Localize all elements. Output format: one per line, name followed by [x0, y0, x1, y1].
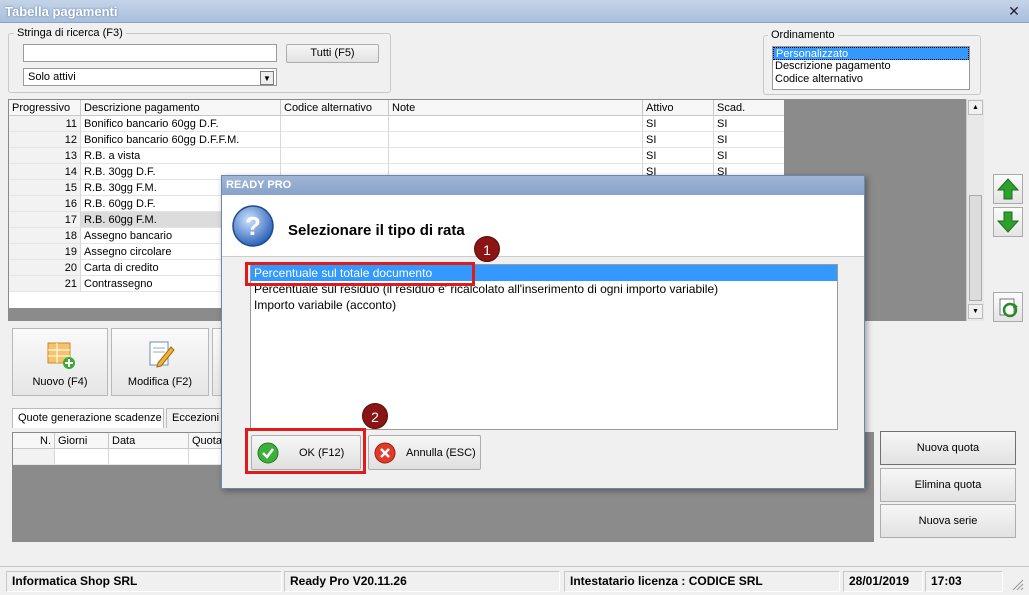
annulla-button[interactable]: Annulla (ESC) [368, 435, 481, 470]
cell-attivo[interactable]: SI [643, 116, 714, 132]
elimina-quota-button[interactable]: Elimina quota [880, 468, 1016, 502]
cell-attivo[interactable]: SI [643, 148, 714, 164]
annulla-label: Annulla (ESC) [406, 447, 476, 459]
nuovo-button[interactable]: Nuovo (F4) [12, 328, 108, 396]
filter-select[interactable]: Solo attivi ▼ [23, 68, 277, 86]
col-header-descrizione[interactable]: Descrizione pagamento [81, 100, 281, 116]
search-input[interactable] [23, 44, 277, 62]
col-header-attivo[interactable]: Attivo [643, 100, 714, 116]
tab-quote-generazione[interactable]: Quote generazione scadenze [12, 408, 164, 428]
cancel-icon [374, 442, 396, 464]
cell-note[interactable] [389, 148, 643, 164]
col-header-codice[interactable]: Codice alternativo [281, 100, 389, 116]
callout-badge-1: 1 [474, 236, 500, 262]
cell-scad[interactable]: SI [714, 148, 784, 164]
move-down-button[interactable] [993, 207, 1023, 237]
filter-select-value: Solo attivi [28, 71, 76, 83]
cell-note[interactable] [389, 116, 643, 132]
col-header-quota[interactable]: Quota [189, 433, 221, 449]
chevron-down-icon[interactable]: ▼ [260, 71, 274, 85]
cell-scad[interactable]: SI [714, 116, 784, 132]
dialog-title: READY PRO [222, 176, 864, 195]
cell-progressivo[interactable]: 12 [9, 132, 81, 148]
status-bar: Informatica Shop SRL Ready Pro V20.11.26… [0, 566, 1029, 595]
dialog-question: Selezionare il tipo di rata [288, 222, 465, 239]
cell-descrizione[interactable]: R.B. a vista [81, 148, 281, 164]
ordinamento-option[interactable]: Personalizzato [773, 47, 969, 60]
cell-progressivo[interactable]: 14 [9, 164, 81, 180]
resize-grip-icon[interactable] [1010, 577, 1024, 591]
status-company: Informatica Shop SRL [6, 571, 282, 592]
status-time: 17:03 [925, 571, 1003, 592]
cell-progressivo[interactable]: 16 [9, 196, 81, 212]
new-grid-icon [47, 342, 75, 369]
move-up-button[interactable] [993, 174, 1023, 204]
cell-codice[interactable] [281, 116, 389, 132]
scroll-up-icon[interactable]: ▲ [968, 100, 983, 115]
col-header-giorni[interactable]: Giorni [55, 433, 109, 449]
cell-progressivo[interactable]: 17 [9, 212, 81, 228]
cell-progressivo[interactable]: 13 [9, 148, 81, 164]
quote-grid[interactable]: N. Giorni Data Quota [12, 432, 222, 542]
nuova-serie-button[interactable]: Nuova serie [880, 504, 1016, 538]
modifica-label: Modifica (F2) [127, 376, 193, 388]
question-icon: ? [232, 205, 274, 247]
edit-icon [149, 341, 175, 368]
svg-text:?: ? [245, 211, 261, 241]
refresh-button[interactable] [993, 292, 1023, 322]
cell-progressivo[interactable]: 19 [9, 244, 81, 260]
col-header-progressivo[interactable]: Progressivo [9, 100, 81, 116]
nuova-quota-button[interactable]: Nuova quota [880, 431, 1016, 465]
refresh-icon [999, 298, 1018, 318]
cell-progressivo[interactable]: 20 [9, 260, 81, 276]
tab-eccezioni[interactable]: Eccezioni s [166, 408, 228, 428]
col-header-n[interactable]: N. [13, 433, 55, 449]
quote-empty-area [13, 465, 221, 541]
grid-scrollbar[interactable]: ▲ ▼ [966, 99, 984, 321]
status-version: Ready Pro V20.11.26 [284, 571, 560, 592]
callout-badge-2: 2 [362, 403, 388, 429]
quote-cell[interactable] [55, 449, 109, 465]
nuovo-label: Nuovo (F4) [32, 376, 88, 388]
status-date: 28/01/2019 [843, 571, 923, 592]
search-legend: Stringa di ricerca (F3) [14, 27, 126, 39]
callout-highlight-option [245, 262, 475, 286]
ordinamento-option[interactable]: Descrizione pagamento [773, 60, 969, 73]
quote-cell[interactable] [13, 449, 55, 465]
arrow-up-icon [996, 178, 1020, 200]
cell-descrizione[interactable]: Bonifico bancario 60gg D.F. [81, 116, 281, 132]
scroll-down-icon[interactable]: ▼ [968, 304, 983, 319]
col-header-scad[interactable]: Scad. [714, 100, 784, 116]
cell-scad[interactable]: SI [714, 132, 784, 148]
cell-progressivo[interactable]: 15 [9, 180, 81, 196]
cell-attivo[interactable]: SI [643, 132, 714, 148]
col-header-data[interactable]: Data [109, 433, 189, 449]
rate-type-list[interactable]: Percentuale sul totale documento Percent… [250, 264, 838, 430]
cell-progressivo[interactable]: 11 [9, 116, 81, 132]
arrow-down-icon [996, 211, 1020, 233]
window-title: Tabella pagamenti [5, 4, 118, 19]
cell-descrizione[interactable]: Bonifico bancario 60gg D.F.F.M. [81, 132, 281, 148]
tutti-button[interactable]: Tutti (F5) [286, 44, 379, 63]
rate-type-option[interactable]: Importo variabile (acconto) [251, 297, 837, 313]
ordinamento-option[interactable]: Codice alternativo [773, 73, 969, 86]
window-titlebar: Tabella pagamenti ✕ [0, 0, 1029, 23]
close-icon[interactable]: ✕ [1007, 4, 1021, 18]
ordinamento-list[interactable]: Personalizzato Descrizione pagamento Cod… [772, 46, 970, 90]
cell-progressivo[interactable]: 18 [9, 228, 81, 244]
callout-highlight-ok [245, 428, 366, 474]
ordinamento-legend: Ordinamento [768, 29, 838, 41]
quote-cell[interactable] [109, 449, 189, 465]
status-license: Intestatario licenza : CODICE SRL [564, 571, 840, 592]
modifica-button[interactable]: Modifica (F2) [111, 328, 209, 396]
cell-progressivo[interactable]: 21 [9, 276, 81, 292]
col-header-note[interactable]: Note [389, 100, 643, 116]
scroll-thumb[interactable] [969, 195, 982, 301]
quote-cell[interactable] [189, 449, 221, 465]
cell-codice[interactable] [281, 148, 389, 164]
cell-codice[interactable] [281, 132, 389, 148]
dialog-header: ? Selezionare il tipo di rata [222, 195, 864, 257]
cell-note[interactable] [389, 132, 643, 148]
